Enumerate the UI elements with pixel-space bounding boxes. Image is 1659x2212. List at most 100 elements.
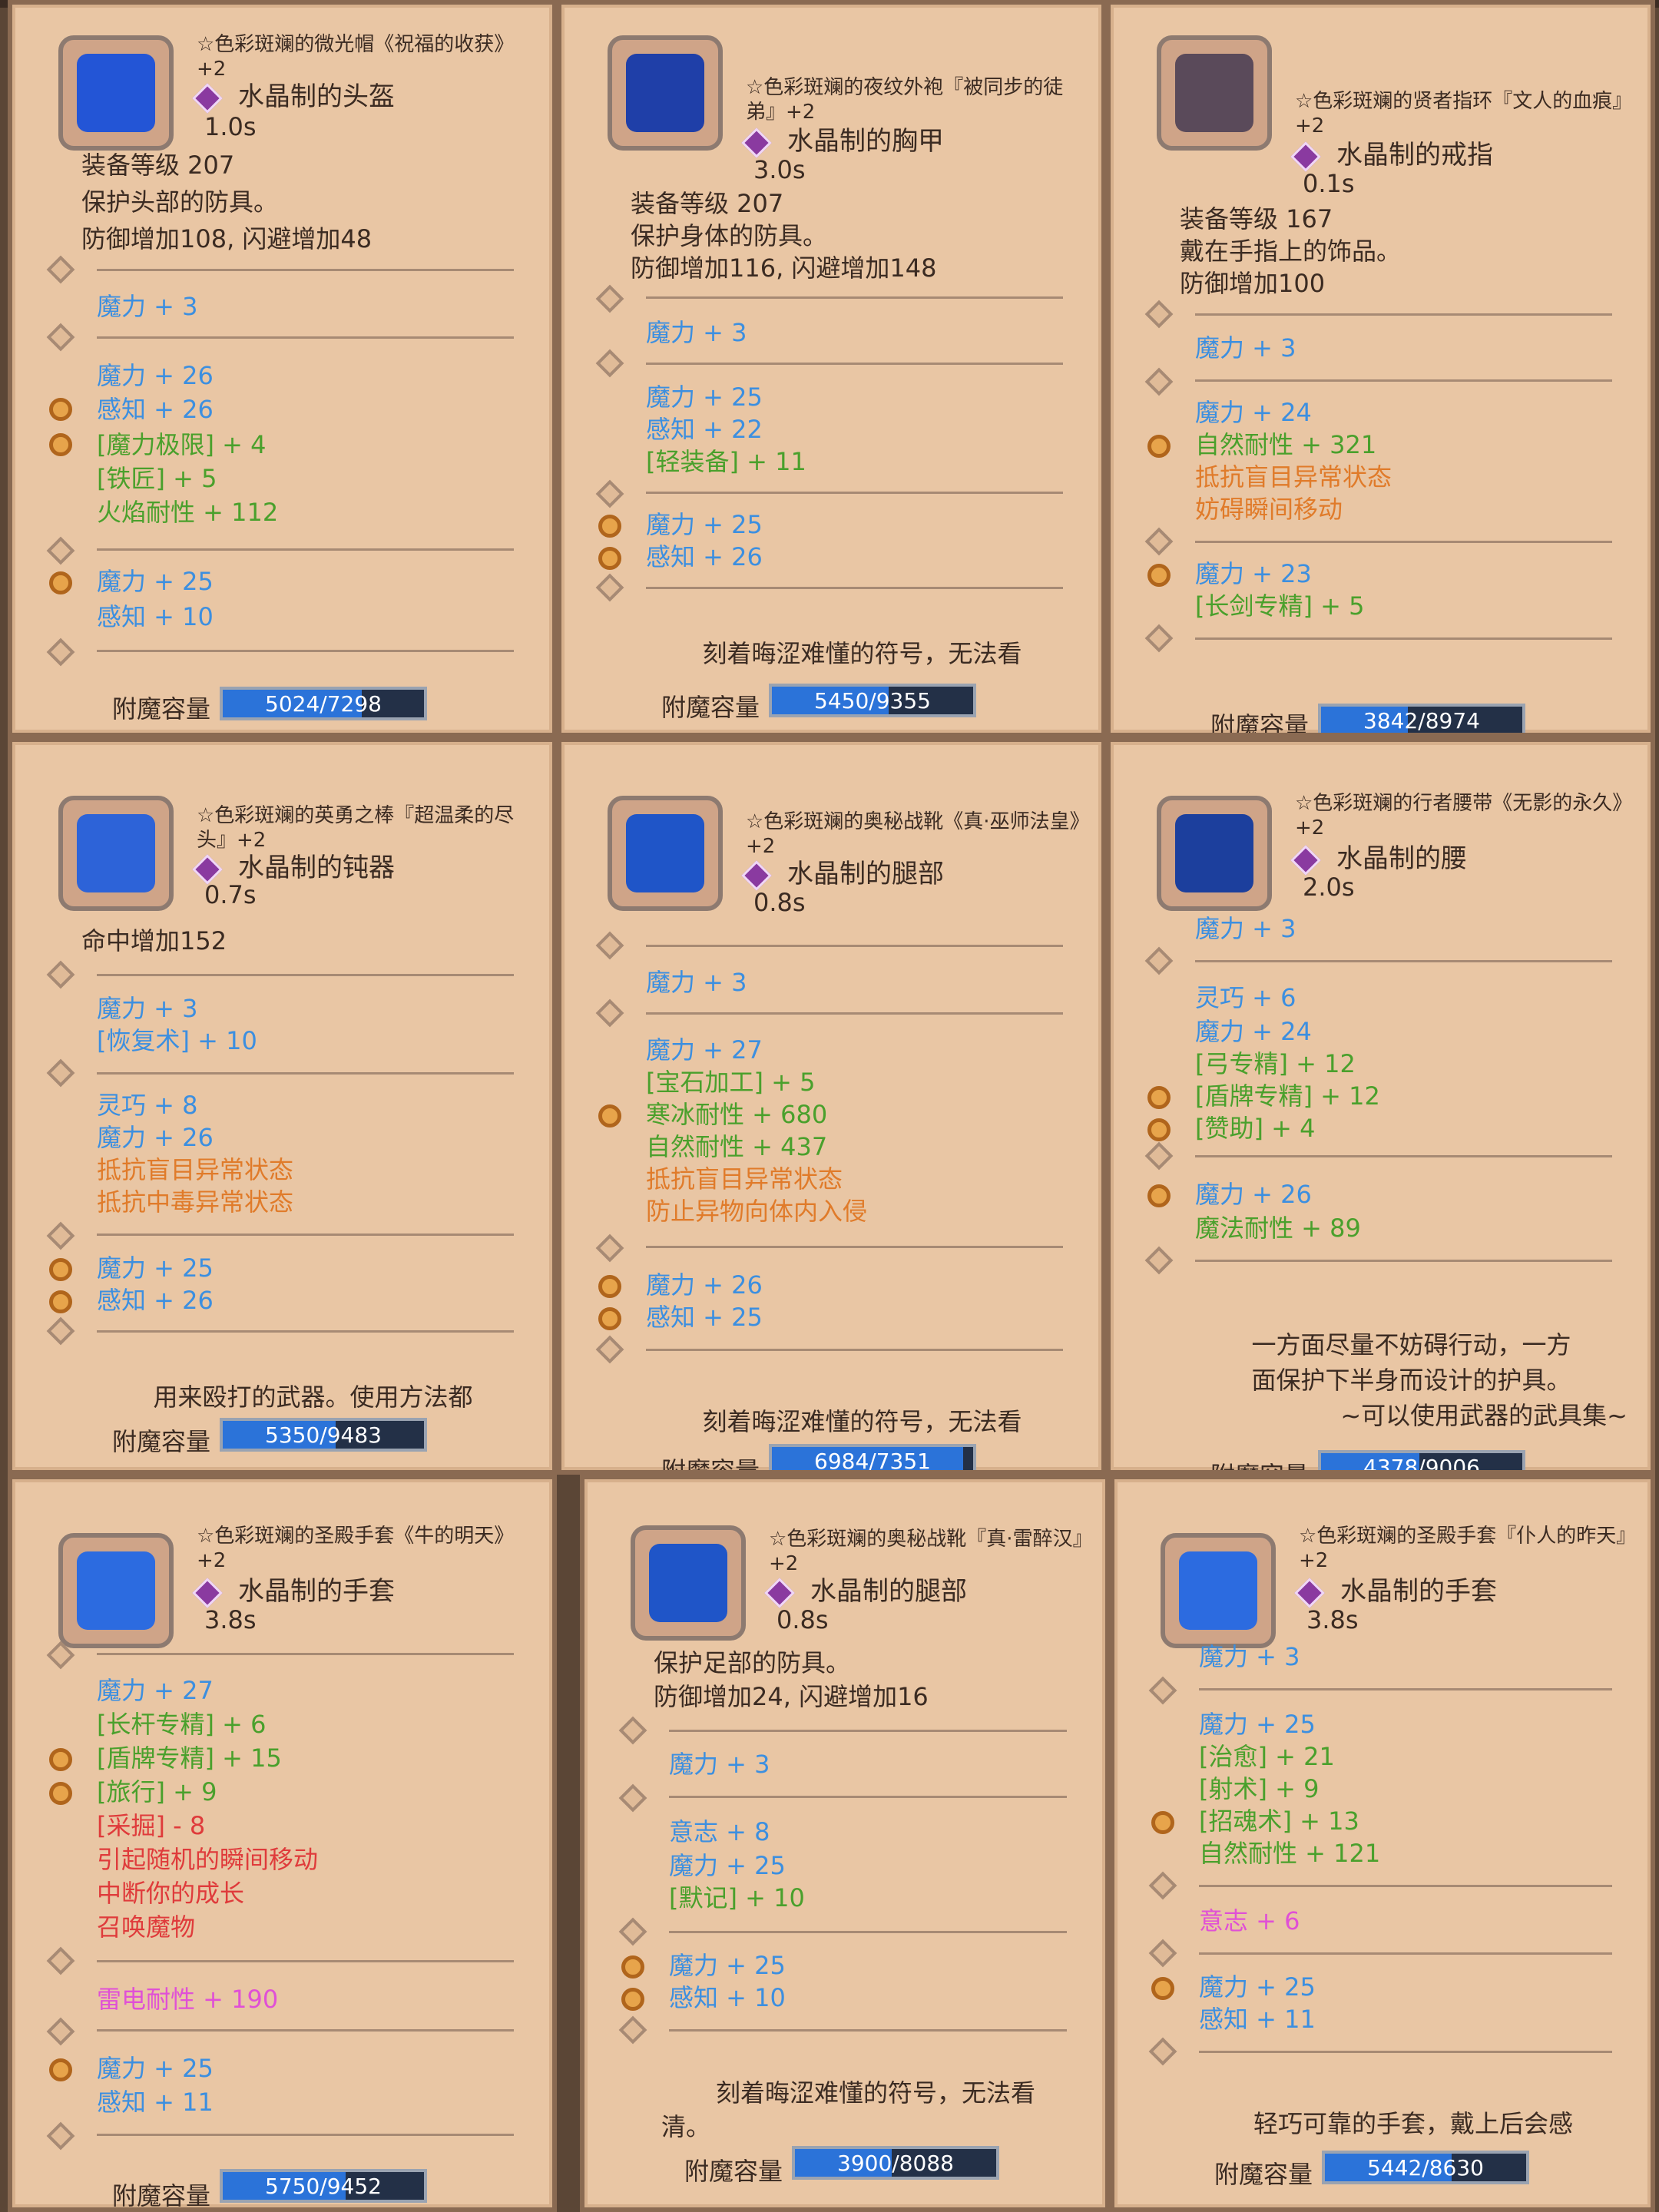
stat-line: 魔力 + 27 [646, 1035, 763, 1065]
helmet-icon-art [77, 54, 155, 132]
enchant-capacity-label: 附魔容量 [661, 693, 760, 722]
item-type-label: 水晶制的胸甲 [787, 126, 944, 157]
flavor-text: 刻着晦涩难懂的符号，无法看 [702, 1407, 1022, 1436]
slot-diamond [1148, 1939, 1177, 1968]
slot-diamond [46, 536, 75, 565]
gloves-icon [58, 1533, 174, 1648]
item-card-belt[interactable]: ☆色彩斑斓的行者腰带《无影的永久》+2 水晶制的腰 2.0s 魔力 + 3 灵巧… [1106, 737, 1655, 1475]
flavor-text: 刻着晦涩难懂的符号，无法看 [702, 639, 1022, 668]
gem-icon [1290, 141, 1321, 172]
boots-icon-art [626, 814, 704, 892]
stat-line: 感知 + 26 [646, 542, 763, 571]
item-type-label: 水晶制的腰 [1336, 843, 1467, 874]
slot-diamond [46, 1946, 75, 1975]
stat-line: 魔力 + 25 [1199, 1710, 1316, 1739]
divider [669, 1730, 1067, 1732]
stat-line: 妨碍瞬间移动 [1195, 495, 1343, 524]
gloves-icon-art [1179, 1551, 1257, 1630]
item-defense: 防御增加24, 闪避增加16 [654, 1682, 929, 1711]
slot-diamond [595, 1335, 624, 1364]
helmet-icon [58, 35, 174, 151]
gem-icon [1294, 1577, 1325, 1608]
slot-diamond [618, 1716, 647, 1745]
enchant-capacity-label: 附魔容量 [661, 1456, 760, 1475]
stat-line: [盾牌专精] + 12 [1195, 1081, 1380, 1111]
stat-line: 雷电耐性 + 190 [97, 1985, 279, 2014]
orb-icon [49, 1258, 72, 1281]
stat-line: [铁匠] + 5 [97, 464, 217, 493]
item-card-ring[interactable]: ☆色彩斑斓的贤者指环『文人的血痕』+2 水晶制的戒指 0.1s 装备等级 167… [1106, 0, 1655, 737]
slot-diamond [1144, 946, 1174, 975]
item-card-chest[interactable]: ☆色彩斑斓的夜纹外袍『被同步的徒弟』+2 水晶制的胸甲 3.0s 装备等级 20… [557, 0, 1106, 737]
divider [97, 336, 514, 339]
divider [646, 1246, 1063, 1248]
item-card-club[interactable]: ☆色彩斑斓的英勇之棒『超温柔的尽头』+2 水晶制的钝器 0.7s 命中增加152… [8, 737, 557, 1475]
enchant-capacity-label: 附魔容量 [1210, 1456, 1309, 1470]
enchant-capacity-label: 附魔容量 [1214, 2160, 1313, 2189]
capacity-text: 5750/9452 [265, 2174, 382, 2199]
item-card-gloves[interactable]: ☆色彩斑斓的圣殿手套《牛的明天》+2 水晶制的手套 3.8s 魔力 + 27 [… [8, 1475, 557, 2212]
orb-icon [1147, 1184, 1171, 1207]
ring-icon [1157, 35, 1272, 151]
stat-line: 感知 + 10 [669, 1983, 786, 2012]
enchant-capacity-bar: 5750/9452 [220, 2169, 427, 2203]
stat-line: 魔力 + 3 [1195, 333, 1296, 363]
orb-icon [49, 398, 72, 421]
divider [1195, 1155, 1612, 1157]
item-card-helmet[interactable]: ☆色彩斑斓的微光帽《祝福的收获》+2 水晶制的头盔 1.0s 装备等级 207 … [8, 0, 557, 737]
chest-armor-icon-art [626, 54, 704, 132]
orb-icon [598, 547, 621, 570]
item-level: 装备等级 207 [631, 189, 784, 218]
slot-diamond [595, 284, 624, 313]
stat-line: [宝石加工] + 5 [646, 1068, 816, 1097]
stat-line: 抵抗中毒异常状态 [97, 1187, 294, 1217]
gem-icon [741, 127, 772, 158]
stat-line: 召唤魔物 [97, 1912, 196, 1942]
item-time: 1.0s [204, 112, 257, 141]
orb-icon [598, 515, 621, 538]
item-title: ☆色彩斑斓的圣殿手套《牛的明天》+2 [197, 1525, 515, 1572]
stat-line: [招魂术] + 13 [1199, 1806, 1359, 1836]
stat-line: [长杆专精] + 6 [97, 1710, 267, 1739]
orb-icon [1147, 1118, 1171, 1141]
slot-diamond [595, 573, 624, 602]
enchant-capacity-bar: 4378/9006 [1318, 1450, 1525, 1470]
stat-line: 感知 + 25 [646, 1303, 763, 1332]
item-title: ☆色彩斑斓的英勇之棒『超温柔的尽头』+2 [197, 804, 515, 852]
divider [1199, 2051, 1612, 2053]
stat-line: [旅行] + 9 [97, 1777, 217, 1806]
enchant-capacity-label: 附魔容量 [112, 694, 211, 724]
item-time: 0.8s [753, 888, 806, 917]
item-type: 水晶制的戒指 [1290, 134, 1493, 172]
slot-diamond [1148, 2037, 1177, 2066]
stat-line: 魔力 + 3 [646, 968, 747, 997]
divider [646, 587, 1063, 589]
slot-diamond [1144, 624, 1174, 653]
slot-diamond [46, 2017, 75, 2046]
stat-line: 感知 + 10 [97, 602, 214, 631]
item-type-label: 水晶制的戒指 [1336, 140, 1493, 171]
item-card-boots-2[interactable]: ☆色彩斑斓的奥秘战靴『真·雷醉汉』+2 水晶制的腿部 0.8s 保护足部的防具。… [580, 1475, 1110, 2212]
stat-line: 自然耐性 + 437 [646, 1132, 828, 1161]
stat-line: 自然耐性 + 321 [1195, 430, 1377, 459]
orb-icon [598, 1307, 621, 1330]
orb-icon [598, 1104, 621, 1128]
item-type-label: 水晶制的腿部 [787, 859, 944, 889]
item-card-boots[interactable]: ☆色彩斑斓的奥秘战靴《真·巫师法皇》+2 水晶制的腿部 0.8s 魔力 + 3 … [557, 737, 1106, 1475]
stat-line: [赞助] + 4 [1195, 1114, 1316, 1143]
stat-line: 魔力 + 3 [646, 318, 747, 347]
orb-icon [621, 1988, 644, 2011]
slot-diamond [46, 255, 75, 284]
slot-diamond [595, 931, 624, 960]
item-title: ☆色彩斑斓的夜纹外袍『被同步的徒弟』+2 [746, 76, 1064, 124]
item-desc: 保护身体的防具。 [631, 221, 828, 250]
divider [97, 650, 514, 652]
slot-diamond [46, 323, 75, 352]
stat-line: 魔力 + 26 [97, 1123, 214, 1152]
item-time: 3.0s [753, 155, 806, 184]
slot-diamond [618, 2015, 647, 2045]
ring-icon-art [1175, 54, 1253, 132]
item-defense: 防御增加108, 闪避增加48 [81, 224, 373, 253]
slot-diamond [618, 1917, 647, 1946]
item-card-gloves-2[interactable]: ☆色彩斑斓的圣殿手套『仆人的昨天』+2 水晶制的手套 3.8s 魔力 + 3 魔… [1110, 1475, 1655, 2212]
